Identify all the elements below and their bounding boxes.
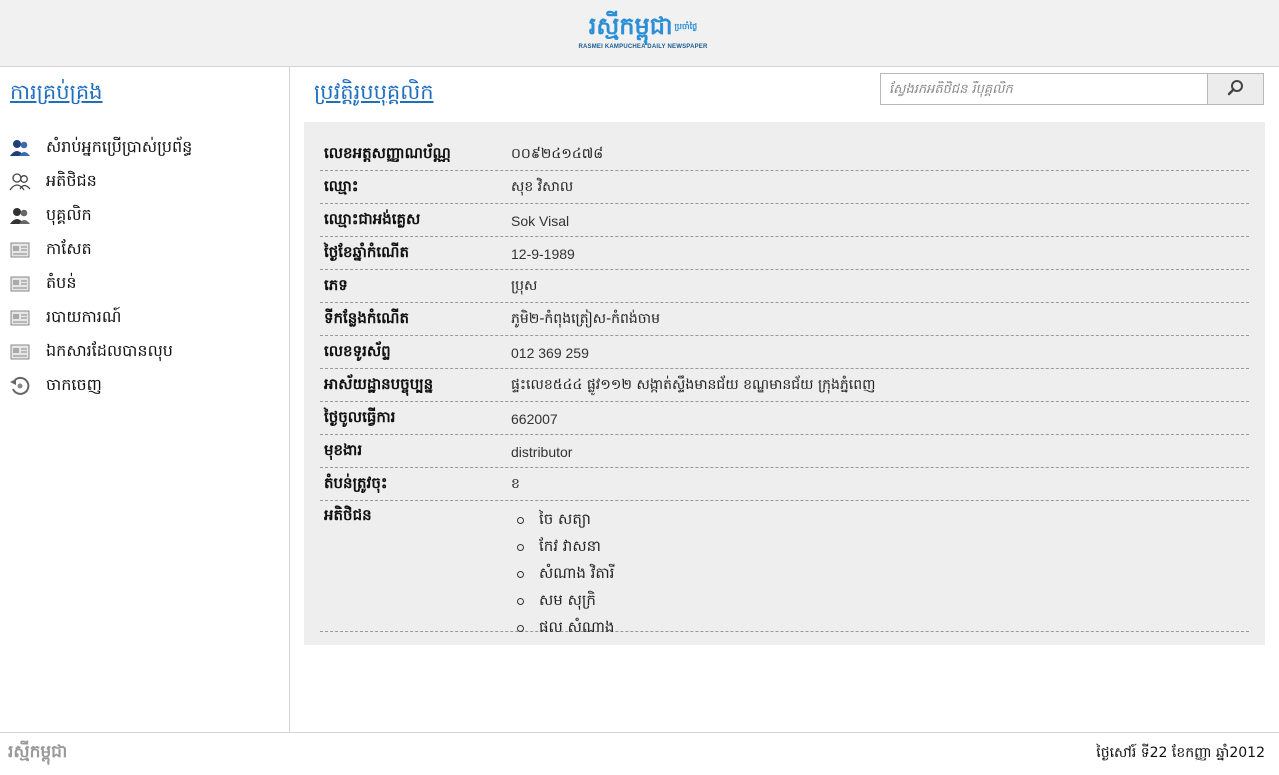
sidebar-item-logout[interactable]: ចាកចេញ (8, 369, 192, 403)
search-button[interactable] (1207, 74, 1263, 104)
header-bar: រស្មីកម្ពុជា ប្រចាំថ្ងៃ RASMEI KAMPUCHEA … (0, 0, 1279, 67)
sidebar-item-label: បុគ្គលិក (46, 205, 92, 224)
sidebar-item-deleted-docs[interactable]: ឯកសារដែលបានលុប (8, 335, 192, 369)
field-value: ផ្ទះលេខ៥៤៤ ផ្លូវ១១២ សង្កាត់ស្ទឹងមានជ័យ ខ… (511, 377, 876, 393)
field-value: distributor (511, 443, 573, 460)
field-row-birth-date: ថ្ងៃខែឆ្នាំកំណើត 12-9-1989 (320, 238, 1249, 270)
sidebar-item-label: ចាកចេញ (46, 375, 102, 394)
field-row-birth-place: ទីកន្លែងកំណើត ភូមិ២-កំពុងត្រៀស-កំពង់ចាម (320, 304, 1249, 336)
sidebar-item-customers[interactable]: អតិថិជន (8, 165, 192, 199)
staff-icon (8, 206, 32, 226)
users-admin-icon (8, 138, 32, 158)
newspaper-icon (8, 240, 32, 260)
list-item: ចៃ សត្យា (511, 506, 614, 533)
footer-date: ថ្ងៃសៅរ៍ ទី22 ខែកញ្ញា ឆ្នាំ2012 (1096, 745, 1265, 761)
field-label: ថ្ងៃខែឆ្នាំកំណើត (324, 242, 409, 261)
page-title[interactable]: ប្រវត្តិរូបបុគ្គលិក (314, 79, 434, 110)
field-row-gender: ភេទ ប្រុស (320, 271, 1249, 303)
field-label: ទីកន្លែងកំណើត (324, 308, 409, 327)
field-row-name: ឈ្មោះ សុខ វិសាល (320, 172, 1249, 204)
search-input[interactable] (881, 74, 1207, 104)
profile-panel: លេខអត្តសញ្ញាណប័ណ្ណ ០០៩២៤១៤៧៨ ឈ្មោះ សុខ វ… (304, 122, 1265, 645)
main-content: ប្រវត្តិរូបបុគ្គលិក លេខអត្តសញ្ញាណប័ណ្ណ ០… (290, 67, 1279, 732)
field-row-phone: លេខទូរស័ព្ទ 012 369 259 (320, 337, 1249, 369)
list-item: ផល សំណាង (511, 614, 614, 641)
field-row-assigned-region: តំបន់ត្រូវចុះ ខ (320, 469, 1249, 501)
search-box (880, 73, 1264, 105)
field-label: ថ្ងៃចូលធ្វើការ (324, 407, 396, 426)
sidebar-title[interactable]: ការគ្រប់គ្រង (10, 79, 103, 110)
field-row-address: អាស័យដ្ឋានបច្ចុប្បន្ន ផ្ទះលេខ៥៤៤ ផ្លូវ១១… (320, 370, 1249, 402)
sidebar-item-label: សំរាប់អ្នកប្រើប្រាស់ប្រព័ន្ធ (46, 137, 193, 156)
list-item: សំណាង វិតារី (511, 560, 614, 587)
field-label: លេខទូរស័ព្ទ (324, 341, 391, 360)
list-item: កែវ វាសនា (511, 533, 614, 560)
sidebar-item-label: ឯកសារដែលបានលុប (46, 341, 173, 360)
sidebar-item-staff[interactable]: បុគ្គលិក (8, 199, 192, 233)
field-value: 012 369 259 (511, 344, 589, 361)
field-value: ភូមិ២-កំពុងត្រៀស-កំពង់ចាម (511, 311, 661, 327)
sidebar-item-region[interactable]: តំបន់ (8, 267, 192, 301)
field-label: ភេទ (324, 275, 348, 294)
logout-icon (8, 376, 32, 396)
field-row-position: មុខងារ distributor (320, 436, 1249, 468)
sidebar-item-system-users[interactable]: សំរាប់អ្នកប្រើប្រាស់ប្រព័ន្ធ (8, 131, 192, 165)
sidebar-item-report[interactable]: របាយការណ៍ (8, 301, 192, 335)
region-icon (8, 274, 32, 294)
field-label: អាស័យដ្ឋានបច្ចុប្បន្ន (324, 374, 434, 393)
footer: រស្មីកម្ពុជា ថ្ងៃសៅរ៍ ទី22 ខែកញ្ញា ឆ្នាំ… (0, 732, 1279, 775)
logo-tag: ប្រចាំថ្ងៃ (674, 22, 698, 31)
field-label: មុខងារ (324, 440, 363, 459)
sidebar-item-label: អតិថិជន (46, 171, 97, 190)
list-item: សម សុក្រិ (511, 587, 614, 614)
field-row-english-name: ឈ្មោះជាអង់គ្លេស Sok Visal (320, 205, 1249, 237)
field-label: ឈ្មោះជាអង់គ្លេស (324, 209, 421, 228)
report-icon (8, 308, 32, 328)
field-value: សុខ វិសាល (511, 179, 574, 195)
field-value: ខ (511, 476, 520, 492)
customer-list: ចៃ សត្យា កែវ វាសនា សំណាង វិតារី សម សុក្រ… (511, 506, 614, 641)
logo-subtitle: RASMEI KAMPUCHEA DAILY NEWSPAPER (578, 44, 708, 50)
sidebar-item-label: កាសែត (46, 239, 92, 258)
field-value: 12-9-1989 (511, 245, 575, 262)
field-value: ០០៩២៤១៤៧៨ (511, 146, 604, 162)
sidebar-item-newspaper[interactable]: កាសែត (8, 233, 192, 267)
sidebar-item-label: របាយការណ៍ (46, 307, 122, 326)
field-label: អតិថិជន (324, 506, 372, 524)
logo-text: រស្មីកម្ពុជា ប្រចាំថ្ងៃ (588, 12, 698, 40)
field-value: Sok Visal (511, 212, 570, 229)
field-value: 662007 (511, 410, 558, 427)
field-label: លេខអត្តសញ្ញាណប័ណ្ណ (324, 143, 451, 162)
customers-icon (8, 172, 32, 192)
deleted-docs-icon (8, 342, 32, 362)
field-label: តំបន់ត្រូវចុះ (324, 473, 388, 492)
sidebar-item-label: តំបន់ (46, 273, 77, 292)
field-row-customers: អតិថិជន ចៃ សត្យា កែវ វាសនា សំណាង វិតារី … (320, 502, 1249, 636)
sidebar-menu: សំរាប់អ្នកប្រើប្រាស់ប្រព័ន្ធ អតិថិជន បុគ… (8, 131, 192, 403)
search-icon (1227, 79, 1245, 100)
field-value: ប្រុស (511, 278, 538, 294)
field-row-id-card: លេខអត្តសញ្ញាណប័ណ្ណ ០០៩២៤១៤៧៨ (320, 139, 1249, 171)
field-row-start-date: ថ្ងៃចូលធ្វើការ 662007 (320, 403, 1249, 435)
sidebar: ការគ្រប់គ្រង សំរាប់អ្នកប្រើប្រាស់ប្រព័ន្… (0, 67, 290, 732)
field-label: ឈ្មោះ (324, 176, 359, 195)
footer-logo: រស្មីកម្ពុជា (8, 742, 68, 762)
site-logo[interactable]: រស្មីកម្ពុជា ប្រចាំថ្ងៃ RASMEI KAMPUCHEA … (578, 10, 708, 62)
